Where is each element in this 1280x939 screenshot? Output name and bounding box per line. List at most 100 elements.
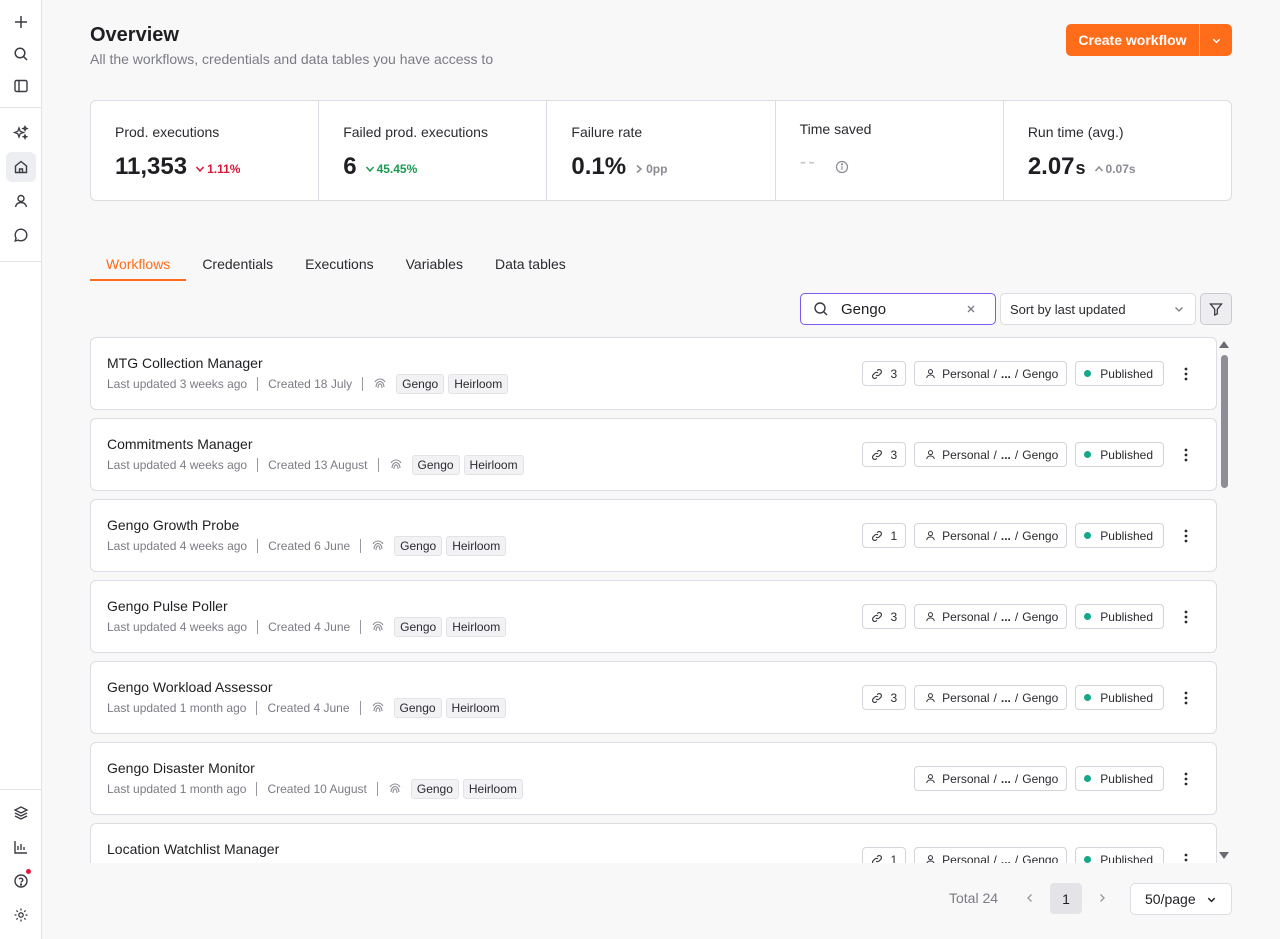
page-size-select[interactable]: 50/page: [1130, 883, 1232, 915]
linked-count-badge[interactable]: 3: [862, 442, 907, 467]
linked-count-badge[interactable]: 3: [862, 685, 907, 710]
sparkles-icon[interactable]: [6, 118, 36, 148]
search-icon[interactable]: [6, 39, 36, 69]
sort-select[interactable]: Sort by last updated: [1000, 293, 1196, 325]
create-workflow-button[interactable]: Create workflow: [1066, 24, 1200, 56]
stat-prod-executions[interactable]: Prod. executions 11,353 1.11%: [91, 101, 320, 200]
tag-badge[interactable]: Gengo: [394, 536, 443, 556]
more-actions-button[interactable]: [1176, 526, 1196, 546]
tab-workflows[interactable]: Workflows: [90, 250, 187, 281]
folder-name: Gengo: [1022, 366, 1059, 381]
linked-count-badge[interactable]: 3: [862, 361, 907, 386]
status-label: Published: [1100, 528, 1153, 543]
project-breadcrumb-badge[interactable]: Personal /... / Gengo: [914, 766, 1068, 791]
linked-count-badge[interactable]: 1: [862, 847, 907, 863]
stat-value: 0.1%: [571, 153, 627, 180]
breadcrumb-ellipsis[interactable]: ...: [1001, 691, 1011, 705]
status-badge: Published: [1075, 766, 1164, 791]
more-actions-button[interactable]: [1176, 688, 1196, 708]
tag-badge[interactable]: Heirloom: [446, 536, 507, 556]
workflow-title[interactable]: Commitments Manager: [107, 436, 253, 452]
insights-chart-icon[interactable]: [6, 832, 36, 862]
chevron-right-icon[interactable]: [1095, 891, 1109, 905]
scroll-down-arrow[interactable]: [1219, 852, 1229, 859]
workflow-card[interactable]: Commitments Manager Last updated 4 weeks …: [90, 418, 1217, 491]
project-breadcrumb-badge[interactable]: Personal /... / Gengo: [914, 523, 1068, 548]
tab-credentials[interactable]: Credentials: [186, 250, 289, 281]
workflow-actions: 3 Personal /... / Gengo Published: [862, 685, 1196, 710]
tag-badge[interactable]: Heirloom: [462, 779, 523, 799]
workflow-title[interactable]: Gengo Growth Probe: [107, 517, 239, 533]
tag-badge[interactable]: Heirloom: [463, 455, 524, 475]
breadcrumb-ellipsis[interactable]: ...: [1001, 853, 1011, 864]
home-icon[interactable]: [6, 152, 36, 182]
project-breadcrumb-badge[interactable]: Personal /... / Gengo: [914, 442, 1068, 467]
chat-icon[interactable]: [6, 220, 36, 250]
create-options-dropdown-button[interactable]: [1200, 24, 1232, 56]
search-input[interactable]: [841, 300, 961, 318]
more-actions-button[interactable]: [1176, 364, 1196, 384]
workflow-title[interactable]: Gengo Workload Assessor: [107, 679, 273, 695]
stat-time-saved[interactable]: Time saved --: [776, 101, 1004, 200]
chevron-left-icon[interactable]: [1023, 891, 1037, 905]
stat-failure-rate[interactable]: Failure rate 0.1% 0pp: [547, 101, 776, 200]
tag-badge[interactable]: Gengo: [396, 374, 445, 394]
linked-count-badge[interactable]: 1: [862, 523, 907, 548]
workflow-title[interactable]: Gengo Disaster Monitor: [107, 760, 255, 776]
more-actions-button[interactable]: [1176, 850, 1196, 864]
filter-button[interactable]: [1200, 293, 1232, 325]
breadcrumb-ellipsis[interactable]: ...: [1001, 610, 1011, 624]
tag-badge[interactable]: Gengo: [410, 779, 459, 799]
breadcrumb-ellipsis[interactable]: ...: [1001, 448, 1011, 462]
user-icon[interactable]: [6, 186, 36, 216]
workflow-card[interactable]: Gengo Growth Probe Last updated 4 weeks a…: [90, 499, 1217, 572]
plus-icon[interactable]: [6, 7, 36, 37]
status-dot: [1084, 532, 1092, 539]
more-actions-button[interactable]: [1176, 607, 1196, 627]
scroll-up-arrow[interactable]: [1219, 341, 1229, 348]
stat-failed-prod-executions[interactable]: Failed prod. executions 6 45.45%: [319, 101, 548, 200]
panel-toggle-icon[interactable]: [6, 71, 36, 101]
project-breadcrumb-badge[interactable]: Personal /... / Gengo: [914, 685, 1068, 710]
workflow-card[interactable]: Gengo Pulse Poller Last updated 4 weeks a…: [90, 580, 1217, 653]
status-label: Published: [1100, 852, 1153, 864]
tab-variables[interactable]: Variables: [390, 250, 479, 281]
tag-badge[interactable]: Heirloom: [448, 374, 509, 394]
workflow-title[interactable]: Location Watchlist Manager: [107, 841, 279, 857]
tab-data-tables[interactable]: Data tables: [479, 250, 582, 281]
project-breadcrumb-badge[interactable]: Personal /... / Gengo: [914, 604, 1068, 629]
workflow-card[interactable]: Gengo Workload Assessor Last updated 1 mo…: [90, 661, 1217, 734]
stat-run-time-avg[interactable]: Run time (avg.) 2.07s 0.07s: [1004, 101, 1231, 200]
templates-icon[interactable]: [6, 798, 36, 828]
workflow-title[interactable]: MTG Collection Manager: [107, 355, 263, 371]
chevron-down-icon: [1212, 38, 1220, 43]
status-badge: Published: [1075, 685, 1164, 710]
tag-badge[interactable]: Gengo: [393, 698, 442, 718]
page-button-current[interactable]: 1: [1050, 883, 1082, 914]
breadcrumb-ellipsis[interactable]: ...: [1001, 529, 1011, 543]
workflow-card[interactable]: Location Watchlist Manager 1 Personal /... /…: [90, 823, 1217, 863]
tag-badge[interactable]: Heirloom: [445, 698, 506, 718]
tag-badge[interactable]: Gengo: [411, 455, 460, 475]
breadcrumb-ellipsis[interactable]: ...: [1001, 367, 1011, 381]
info-icon[interactable]: [835, 160, 849, 174]
tab-executions[interactable]: Executions: [289, 250, 389, 281]
close-icon[interactable]: [966, 304, 976, 314]
more-actions-button[interactable]: [1176, 445, 1196, 465]
workflow-card[interactable]: MTG Collection Manager Last updated 3 wee…: [90, 337, 1217, 410]
scrollbar-thumb[interactable]: [1221, 355, 1228, 488]
workflow-title[interactable]: Gengo Pulse Poller: [107, 598, 228, 614]
stat-value-unit: s: [1075, 158, 1086, 178]
filter-icon: [1209, 303, 1223, 316]
settings-gear-icon[interactable]: [6, 900, 36, 930]
more-actions-button[interactable]: [1176, 769, 1196, 789]
breadcrumb-ellipsis[interactable]: ...: [1001, 772, 1011, 786]
project-breadcrumb-badge[interactable]: Personal /... / Gengo: [914, 847, 1068, 864]
tag-badge[interactable]: Heirloom: [446, 617, 507, 637]
project-breadcrumb-badge[interactable]: Personal /... / Gengo: [914, 361, 1068, 386]
workflow-card[interactable]: Gengo Disaster Monitor Last updated 1 mon…: [90, 742, 1217, 815]
tag-badge[interactable]: Gengo: [394, 617, 443, 637]
help-icon[interactable]: [6, 866, 36, 896]
meta-separator: [256, 701, 258, 715]
linked-count-badge[interactable]: 3: [862, 604, 907, 629]
